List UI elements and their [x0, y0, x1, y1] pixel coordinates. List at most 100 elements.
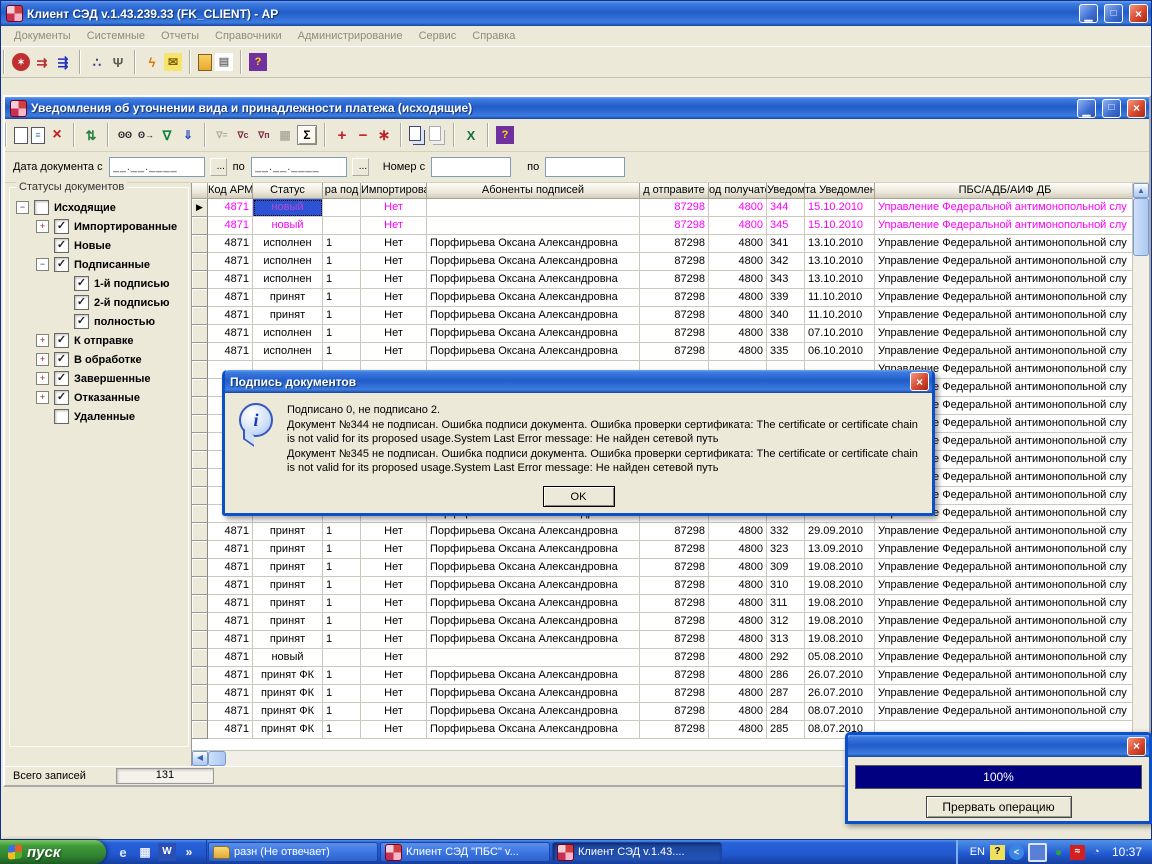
menu-item[interactable]: Справка — [465, 28, 522, 44]
table-row[interactable]: 4871исполнен1НетПорфирьева Оксана Алекса… — [192, 343, 1132, 361]
vertical-scroll-thumb[interactable] — [1133, 198, 1149, 256]
column-header[interactable]: д отправите — [640, 183, 709, 199]
open-book-icon[interactable]: ▤ — [215, 53, 233, 71]
checkbox[interactable]: ✓ — [74, 314, 89, 329]
help-book-icon[interactable]: ? — [496, 126, 514, 144]
tree-item[interactable]: +✓В обработке — [10, 350, 188, 369]
edit-doc-icon[interactable]: ≡ — [31, 127, 45, 144]
plus-expander-icon[interactable]: + — [36, 220, 49, 233]
plus-expander-icon[interactable]: + — [36, 334, 49, 347]
column-header[interactable]: та Уведомлен — [805, 183, 875, 199]
taskbar-button[interactable]: Клиент СЭД "ПБС" v... — [380, 842, 550, 862]
column-header[interactable]: Уведом — [767, 183, 805, 199]
table-row[interactable]: 4871новыйНет87298480034515.10.2010Управл… — [192, 217, 1132, 235]
restore-button[interactable]: □ — [1104, 4, 1123, 23]
tree-item[interactable]: −✓Подписанные — [10, 255, 188, 274]
network-lightning-icon[interactable]: ϟ — [143, 53, 161, 71]
column-header[interactable]: ра под — [323, 183, 361, 199]
table-row[interactable]: 4871принят1НетПорфирьева Оксана Александ… — [192, 289, 1132, 307]
mail-icon[interactable]: ✉ — [164, 53, 182, 71]
refresh-icon[interactable]: ⇅ — [82, 126, 100, 144]
menu-item[interactable]: Системные — [80, 28, 152, 44]
asterisk-icon[interactable]: ∗ — [375, 126, 393, 144]
export-docs-icon[interactable]: ⇶ — [54, 53, 72, 71]
start-button[interactable]: пуск — [0, 840, 106, 864]
table-row[interactable]: 4871принят1НетПорфирьева Оксана Александ… — [192, 307, 1132, 325]
column-header[interactable]: Абоненты подписей — [427, 183, 640, 199]
checkbox[interactable]: ✓ — [54, 352, 69, 367]
date-to-input[interactable] — [251, 157, 347, 177]
close-button[interactable]: × — [1129, 4, 1148, 23]
tray-help-icon[interactable]: ? — [990, 845, 1005, 860]
dialog-close-button[interactable]: × — [910, 372, 929, 391]
menu-item[interactable]: Документы — [7, 28, 78, 44]
table-row[interactable]: 4871принят ФК1НетПорфирьева Оксана Алекс… — [192, 685, 1132, 703]
menu-item[interactable]: Отчеты — [154, 28, 206, 44]
minus-expander-icon[interactable]: − — [16, 201, 29, 214]
tree-item[interactable]: Удаленные — [10, 407, 188, 426]
quick-ie-icon[interactable]: e — [114, 843, 132, 861]
checkbox[interactable]: ✓ — [54, 333, 69, 348]
import-docs-icon[interactable]: ⇉ — [33, 53, 51, 71]
checkbox[interactable]: ✓ — [54, 390, 69, 405]
table-row[interactable]: 4871принят1НетПорфирьева Оксана Александ… — [192, 631, 1132, 649]
filter-eq-disabled-icon[interactable]: ∇= — [213, 126, 231, 144]
table-row[interactable]: ▶4871новыйНет87298480034415.10.2010Управ… — [192, 199, 1132, 217]
table-row[interactable]: 4871принят1НетПорфирьева Оксана Александ… — [192, 595, 1132, 613]
filter-c-icon[interactable]: ∇с — [234, 126, 252, 144]
journal-icon[interactable] — [198, 54, 212, 71]
tree-item[interactable]: ✓1-й подписью — [10, 274, 188, 293]
tray-globe-icon[interactable]: ● — [1051, 845, 1066, 860]
tree-item[interactable]: +✓Отказанные — [10, 388, 188, 407]
table-row[interactable]: 4871принят1НетПорфирьева Оксана Александ… — [192, 559, 1132, 577]
table-row[interactable]: 4871принят ФК1НетПорфирьева Оксана Алекс… — [192, 667, 1132, 685]
grid-disabled-icon[interactable]: ▦ — [276, 126, 294, 144]
table-row[interactable]: 4871принят1НетПорфирьева Оксана Александ… — [192, 577, 1132, 595]
taskbar-button[interactable]: Клиент СЭД v.1.43.... — [552, 842, 722, 862]
sum-icon[interactable]: Σ — [297, 125, 317, 145]
language-indicator[interactable]: EN — [970, 846, 985, 858]
filter-icon[interactable]: ∇ — [158, 126, 176, 144]
child-restore-button[interactable]: □ — [1102, 99, 1121, 118]
copy-icon[interactable] — [409, 126, 421, 141]
table-row[interactable]: 4871принят ФК1НетПорфирьева Оксана Алекс… — [192, 703, 1132, 721]
checkbox[interactable] — [54, 409, 69, 424]
table-row[interactable]: 4871исполнен1НетПорфирьева Оксана Алекса… — [192, 271, 1132, 289]
tree-item[interactable]: +✓К отправке — [10, 331, 188, 350]
checkbox[interactable]: ✓ — [54, 238, 69, 253]
checkbox[interactable]: ✓ — [74, 295, 89, 310]
progress-close-button[interactable]: × — [1127, 737, 1146, 756]
checkbox[interactable]: ✓ — [54, 371, 69, 386]
tree-item[interactable]: ✓полностью — [10, 312, 188, 331]
menu-item[interactable]: Справочники — [208, 28, 289, 44]
scroll-up-button[interactable]: ▲ — [1133, 183, 1149, 198]
add-icon[interactable]: + — [333, 126, 351, 144]
number-to-input[interactable] — [545, 157, 625, 177]
date-from-picker-button[interactable]: ... — [210, 158, 227, 176]
taskbar-button[interactable]: разн (Не отвечает) — [208, 842, 378, 862]
ok-button[interactable]: OK — [543, 486, 615, 507]
column-header[interactable]: Код АРМ — [208, 183, 253, 199]
table-row[interactable]: 4871исполнен1НетПорфирьева Оксана Алекса… — [192, 235, 1132, 253]
number-from-input[interactable] — [431, 157, 511, 177]
horizontal-scroll-thumb[interactable] — [208, 751, 226, 766]
tree-item[interactable]: −Исходящие — [10, 198, 188, 217]
date-from-input[interactable] — [109, 157, 205, 177]
checkbox[interactable] — [34, 200, 49, 215]
tray-collapse-icon[interactable]: < — [1009, 845, 1024, 860]
menu-item[interactable]: Сервис — [412, 28, 464, 44]
sort-page-icon[interactable]: ⇓ — [179, 126, 197, 144]
column-header[interactable] — [192, 183, 208, 199]
table-row[interactable]: 4871исполнен1НетПорфирьева Оксана Алекса… — [192, 253, 1132, 271]
table-row[interactable]: 4871принят1НетПорфирьева Оксана Александ… — [192, 613, 1132, 631]
tree-item[interactable]: ✓2-й подписью — [10, 293, 188, 312]
paste-disabled-icon[interactable] — [429, 126, 441, 141]
checkbox[interactable]: ✓ — [54, 219, 69, 234]
help-book-icon[interactable]: ? — [249, 53, 267, 71]
quick-calc-icon[interactable]: ▦ — [136, 843, 154, 861]
child-close-button[interactable]: × — [1127, 99, 1146, 118]
tray-clock-icon[interactable]: ◔ — [1089, 845, 1104, 860]
minimize-button[interactable]: ▁ — [1079, 4, 1098, 23]
quick-word-icon[interactable]: W — [158, 843, 176, 861]
date-to-picker-button[interactable]: ... — [352, 158, 369, 176]
